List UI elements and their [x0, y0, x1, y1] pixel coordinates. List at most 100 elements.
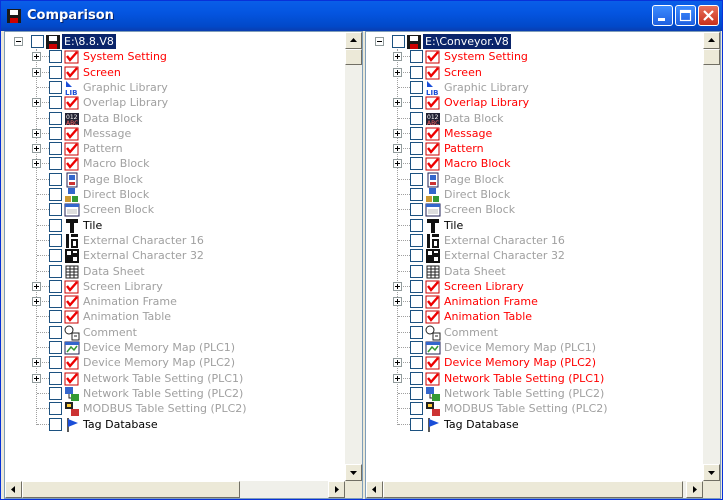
item-checkbox[interactable] [49, 157, 62, 171]
expand-toggle[interactable] [32, 98, 41, 108]
item-checkbox[interactable] [410, 233, 423, 247]
tree-node[interactable]: Macro Block [5, 156, 335, 171]
scroll-right-button[interactable] [328, 481, 345, 498]
item-checkbox[interactable] [49, 341, 62, 354]
expand-toggle[interactable] [32, 358, 41, 368]
item-checkbox[interactable] [410, 341, 423, 354]
item-checkbox[interactable] [49, 417, 62, 431]
tree-node[interactable]: LIB Graphic Library [5, 80, 335, 96]
item-checkbox[interactable] [410, 172, 423, 186]
tree-node[interactable]: Macro Block [366, 156, 696, 171]
item-checkbox[interactable] [49, 80, 62, 94]
tree-node[interactable]: Animation Frame [5, 294, 335, 309]
tree-node[interactable]: System Setting [5, 49, 335, 64]
expand-toggle[interactable] [393, 281, 402, 291]
scroll-down-button[interactable] [703, 464, 720, 481]
item-checkbox[interactable] [49, 142, 62, 156]
item-checkbox[interactable] [410, 402, 423, 416]
item-checkbox[interactable] [410, 249, 423, 263]
item-checkbox[interactable] [49, 279, 62, 293]
left-horizontal-scrollbar[interactable] [5, 481, 345, 498]
expand-toggle[interactable] [393, 373, 402, 383]
item-checkbox[interactable] [49, 218, 62, 232]
tree-root-node[interactable]: E:\Conveyor.V8 [366, 34, 666, 49]
expand-toggle[interactable] [32, 281, 41, 291]
expand-toggle[interactable] [393, 98, 402, 108]
collapse-toggle[interactable] [375, 37, 384, 46]
expand-toggle[interactable] [393, 144, 402, 154]
item-checkbox[interactable] [49, 188, 62, 201]
tree-node[interactable]: External Character 16 [5, 233, 335, 248]
expand-toggle[interactable] [393, 67, 402, 77]
item-checkbox[interactable] [49, 203, 62, 217]
item-checkbox[interactable] [410, 325, 423, 339]
tree-node[interactable]: Network Table Setting (PLC1) [5, 371, 335, 386]
expand-toggle[interactable] [32, 373, 41, 383]
tree-node[interactable]: Overlap Library [366, 95, 696, 110]
tree-node[interactable]: Device Memory Map (PLC2) [366, 355, 696, 370]
tree-node[interactable]: External Character 32 [366, 248, 696, 264]
item-checkbox[interactable] [49, 96, 62, 110]
scroll-left-button[interactable] [5, 481, 22, 498]
expand-toggle[interactable] [393, 358, 402, 368]
scroll-thumb[interactable] [345, 49, 362, 65]
expand-toggle[interactable] [32, 67, 41, 77]
tree-node[interactable]: Network Table Setting (PLC2) [5, 386, 335, 401]
tree-node[interactable]: External Character 32 [5, 248, 335, 264]
item-checkbox[interactable] [49, 264, 62, 278]
tree-node[interactable]: Pattern [5, 141, 335, 156]
tree-node[interactable]: Page Block [5, 172, 335, 188]
scroll-thumb[interactable] [383, 481, 683, 498]
item-checkbox[interactable] [410, 386, 423, 400]
tree-node[interactable]: Screen [366, 65, 696, 80]
item-checkbox[interactable] [49, 65, 62, 79]
item-checkbox[interactable] [49, 233, 62, 247]
tree-node[interactable]: Page Block [366, 172, 696, 188]
item-checkbox[interactable] [410, 356, 423, 370]
tree-node[interactable]: Overlap Library [5, 95, 335, 110]
tree-node[interactable]: Device Memory Map (PLC1) [366, 340, 696, 355]
tree-node[interactable]: Pattern [366, 141, 696, 156]
tree-node[interactable]: Network Table Setting (PLC2) [366, 386, 696, 401]
tree-node[interactable]: Message [5, 126, 335, 141]
item-checkbox[interactable] [410, 111, 423, 125]
expand-toggle[interactable] [32, 52, 41, 62]
item-checkbox[interactable] [410, 203, 423, 217]
root-checkbox[interactable] [31, 35, 44, 48]
item-checkbox[interactable] [49, 50, 62, 64]
minimize-button[interactable] [652, 5, 673, 26]
tree-node[interactable]: Direct Block [5, 187, 335, 202]
item-checkbox[interactable] [410, 50, 423, 64]
tree-node[interactable]: Screen Library [366, 279, 696, 294]
right-vertical-scrollbar[interactable] [703, 32, 720, 481]
tree-node[interactable]: Screen [5, 65, 335, 80]
item-checkbox[interactable] [410, 371, 423, 385]
expand-toggle[interactable] [393, 128, 402, 138]
item-checkbox[interactable] [49, 172, 62, 186]
tree-node[interactable]: Animation Frame [366, 294, 696, 309]
tree-node[interactable]: Device Memory Map (PLC2) [5, 355, 335, 370]
tree-node[interactable]: Data Sheet [366, 264, 696, 279]
item-checkbox[interactable] [410, 188, 423, 201]
tree-node[interactable]: Network Table Setting (PLC1) [366, 371, 696, 386]
item-checkbox[interactable] [49, 126, 62, 140]
tree-node[interactable]: Message [366, 126, 696, 141]
expand-toggle[interactable] [32, 144, 41, 154]
tree-node[interactable]: LIB Graphic Library [366, 80, 696, 96]
item-checkbox[interactable] [410, 126, 423, 140]
tree-node[interactable]: Animation Table [366, 309, 696, 324]
scroll-up-button[interactable] [703, 32, 720, 49]
tree-node[interactable]: 012 ABC Data Block [5, 111, 335, 127]
close-button[interactable] [698, 5, 719, 26]
expand-toggle[interactable] [393, 297, 402, 307]
tree-node[interactable]: MODBUS Table Setting (PLC2) [366, 401, 696, 417]
tree-node[interactable]: Screen Library [5, 279, 335, 294]
expand-toggle[interactable] [32, 297, 41, 307]
maximize-button[interactable] [675, 5, 696, 26]
item-checkbox[interactable] [410, 157, 423, 171]
tree-node[interactable]: Animation Table [5, 309, 335, 324]
scroll-right-button[interactable] [686, 481, 703, 498]
expand-toggle[interactable] [32, 128, 41, 138]
tree-node[interactable]: Tag Database [5, 417, 335, 432]
item-checkbox[interactable] [410, 310, 423, 324]
